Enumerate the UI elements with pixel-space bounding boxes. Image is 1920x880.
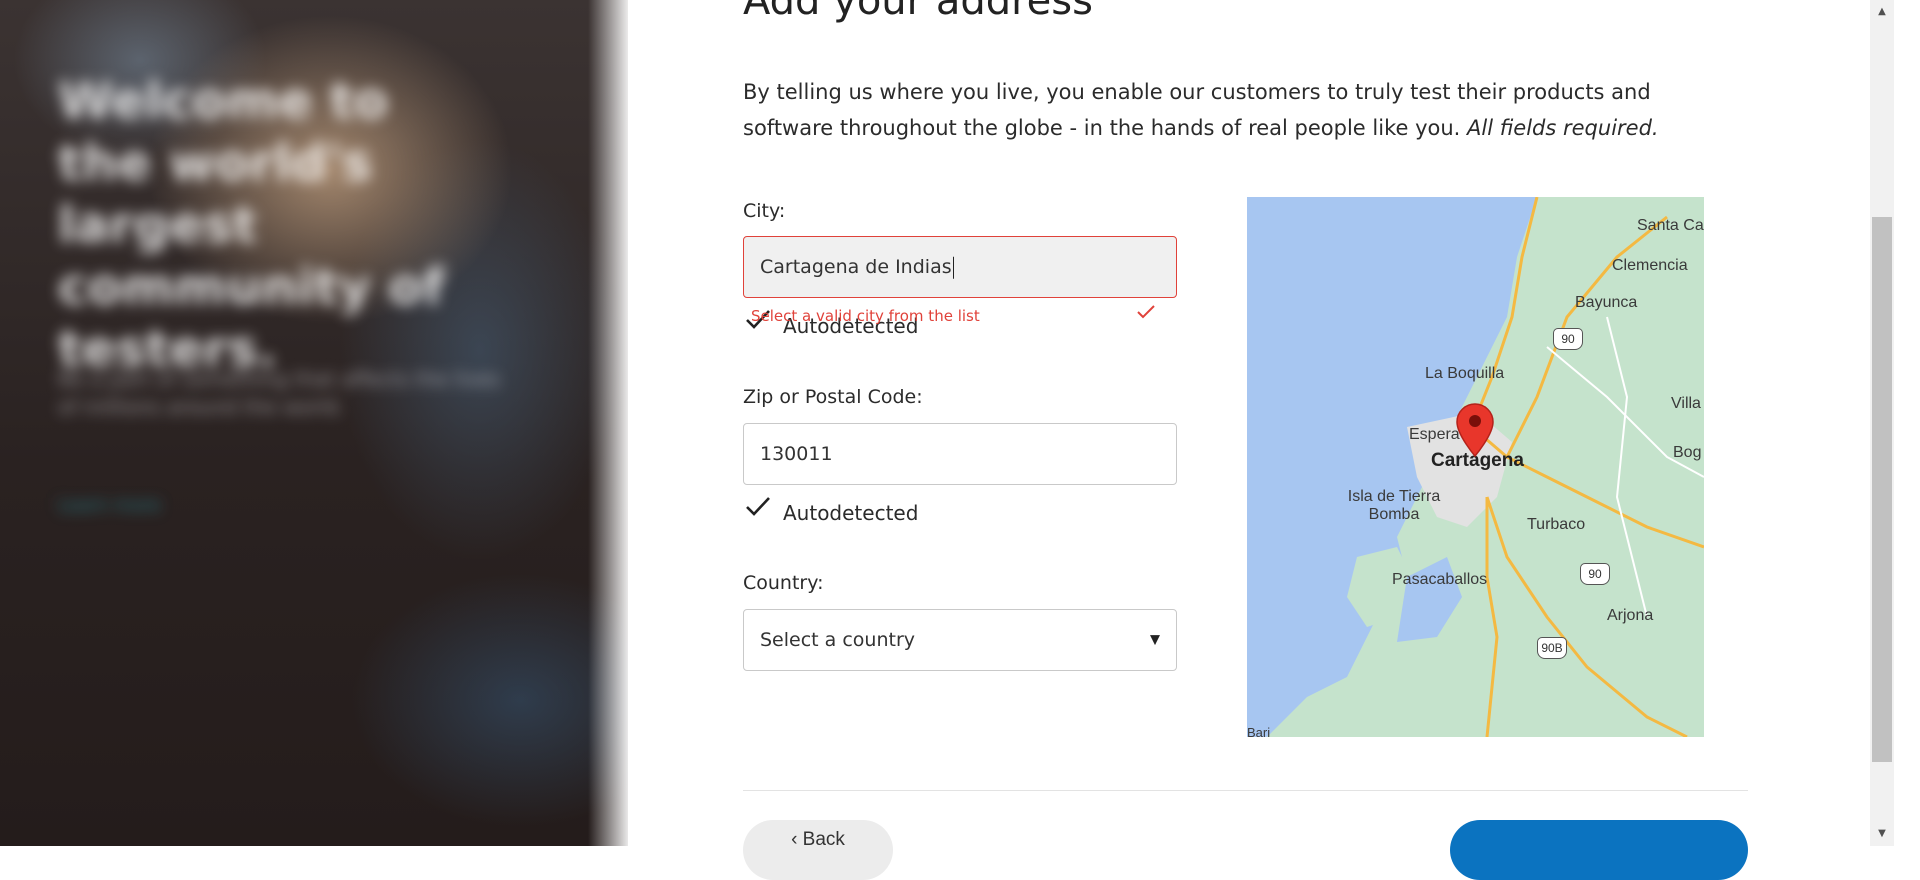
country-label: Country: [743, 572, 824, 594]
map-label-santa-catalina: Santa Ca [1637, 217, 1704, 234]
back-button[interactable]: ‹ Back [743, 820, 893, 880]
scroll-down-arrow-icon[interactable]: ▼ [1870, 822, 1894, 846]
back-button-label: Back [802, 829, 845, 850]
zip-label: Zip or Postal Code: [743, 386, 923, 408]
map-label-bottom: Bari [1247, 725, 1271, 737]
page-title: Add your address [743, 0, 1093, 24]
hero-title: Welcome to the world's largest community… [58, 72, 445, 378]
route-90-shield: 90 [1580, 563, 1610, 585]
dropdown-arrow-icon: ▼ [1150, 632, 1160, 648]
intro-paragraph: By telling us where you live, you enable… [743, 74, 1743, 146]
location-map[interactable]: Santa Ca Clemencia Bayunca 90 La Boquill… [1247, 197, 1704, 737]
scroll-up-arrow-icon[interactable]: ▲ [1870, 0, 1894, 24]
map-label-arjona: Arjona [1607, 607, 1654, 624]
map-label-isla-tierra-bomba: Isla de Tierra Bomba [1347, 488, 1441, 523]
city-input-value: Cartagena de Indias [760, 255, 952, 278]
map-label-pasacaballos: Pasacaballos [1392, 571, 1488, 588]
hero-edge-fade [588, 0, 628, 846]
map-label-bog: Bog [1673, 444, 1702, 461]
map-pin-icon [1456, 403, 1494, 458]
map-label-turbaco: Turbaco [1527, 516, 1586, 533]
route-90-shield: 90 [1553, 328, 1583, 350]
map-label-villa: Villa [1671, 395, 1701, 412]
map-label-esperanza: Espera [1409, 426, 1460, 443]
scrollbar-thumb[interactable] [1872, 217, 1892, 762]
chevron-left-icon: ‹ [791, 829, 798, 850]
page-scrollbar[interactable]: ▲ ▼ [1870, 0, 1894, 846]
city-label: City: [743, 200, 786, 222]
hero-panel: Welcome to the world's largest community… [0, 0, 628, 846]
map-label-clemencia: Clemencia [1612, 257, 1688, 274]
map-label-la-boquilla: La Boquilla [1425, 365, 1505, 382]
country-select[interactable]: Select a country ▼ [743, 609, 1177, 671]
valid-check-icon [1137, 305, 1155, 319]
intro-required-note: All fields required. [1467, 116, 1659, 140]
country-select-value: Select a country [760, 629, 915, 651]
text-caret [952, 256, 955, 279]
city-input[interactable]: Cartagena de Indias [743, 236, 1177, 298]
checkmark-icon [746, 497, 770, 516]
hero-background: Welcome to the world's largest community… [0, 0, 628, 846]
hero-link[interactable]: Learn more [58, 495, 161, 516]
zip-input-value: 130011 [760, 443, 833, 465]
next-button[interactable] [1450, 820, 1748, 880]
hero-subtitle: Be a part of something that affects the … [58, 367, 501, 419]
city-error-message: Select a valid city from the list [751, 307, 980, 325]
zip-autodetected: Autodetected [743, 492, 919, 525]
route-90b-shield: 90B [1537, 637, 1567, 659]
form-divider [743, 790, 1748, 791]
zip-input[interactable]: 130011 [743, 423, 1177, 485]
zip-autodetected-label: Autodetected [783, 501, 919, 525]
map-label-bayunca: Bayunca [1575, 294, 1638, 311]
